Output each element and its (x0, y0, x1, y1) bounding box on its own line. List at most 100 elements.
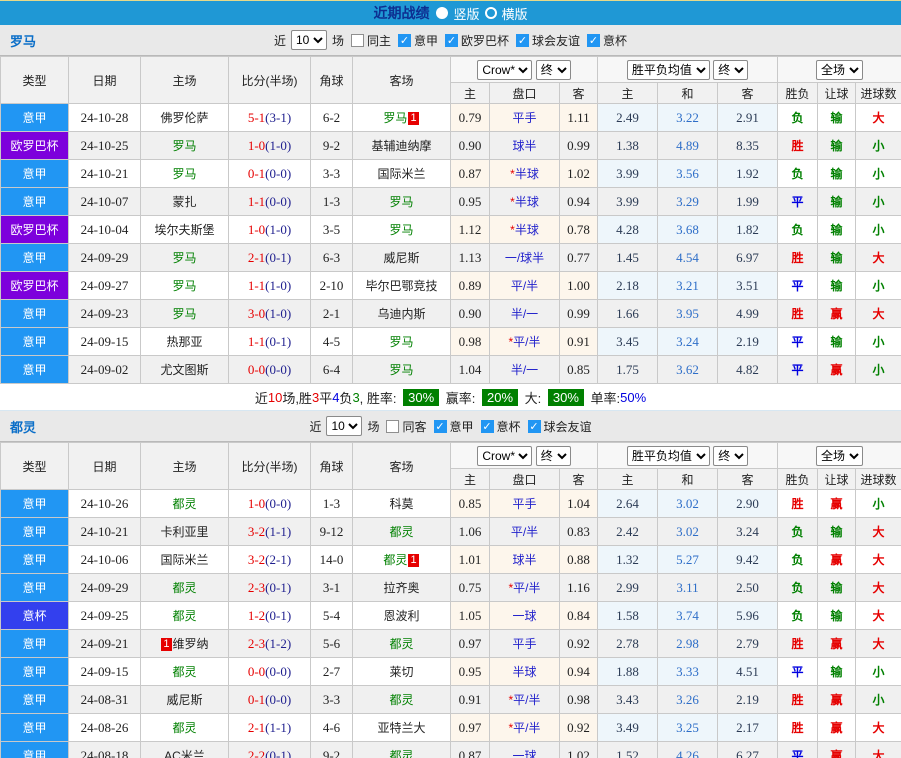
league-type[interactable]: 意甲 (1, 574, 69, 602)
filter-checkbox[interactable]: ✓ (481, 420, 494, 433)
score-cell: 1-2(0-1) (229, 602, 311, 630)
away-team[interactable]: 都灵 (389, 693, 413, 707)
match-count-select[interactable]: 10 (326, 416, 362, 436)
mean-final-select[interactable]: 终 (713, 60, 748, 80)
home-team[interactable]: 罗马 (172, 251, 196, 265)
away-team[interactable]: 罗马 (383, 111, 407, 125)
home-team[interactable]: 埃尔夫斯堡 (154, 223, 214, 237)
league-type[interactable]: 意甲 (1, 714, 69, 742)
result-wdl: 负 (778, 546, 818, 574)
filter-checkbox[interactable]: ✓ (434, 420, 447, 433)
league-type[interactable]: 意甲 (1, 160, 69, 188)
filter-checkbox[interactable] (386, 420, 399, 433)
home-team[interactable]: 罗马 (172, 139, 196, 153)
away-team[interactable]: 都灵 (389, 525, 413, 539)
filter-checkbox[interactable]: ✓ (528, 420, 541, 433)
match-date: 24-08-26 (69, 714, 141, 742)
scope-select[interactable]: 全场 (816, 446, 863, 466)
home-team[interactable]: 尤文图斯 (160, 363, 208, 377)
league-type[interactable]: 意甲 (1, 518, 69, 546)
home-team[interactable]: 罗马 (172, 279, 196, 293)
home-team[interactable]: 维罗纳 (173, 637, 209, 651)
home-team[interactable]: 都灵 (172, 497, 196, 511)
match-count-select[interactable]: 10 (291, 30, 327, 50)
table-body: 意甲24-10-28佛罗伦萨5-1(3-1)6-2罗马10.79平手1.112.… (1, 104, 901, 384)
away-team[interactable]: 罗马 (389, 335, 413, 349)
handicap-text: 平/半 (513, 581, 540, 595)
vertical-layout-radio[interactable] (436, 7, 448, 19)
odds-company-select[interactable]: Crow* (477, 60, 532, 80)
team-name[interactable]: 都灵 (10, 417, 36, 436)
away-team[interactable]: 威尼斯 (383, 251, 419, 265)
league-type[interactable]: 意甲 (1, 630, 69, 658)
home-team-cell: 都灵 (141, 714, 229, 742)
team-name[interactable]: 罗马 (10, 31, 36, 50)
scope-select[interactable]: 全场 (816, 60, 863, 80)
home-team[interactable]: 罗马 (172, 167, 196, 181)
halftime-score: (0-0) (265, 166, 291, 181)
away-team[interactable]: 科莫 (389, 497, 413, 511)
away-team[interactable]: 罗马 (389, 195, 413, 209)
home-team[interactable]: 热那亚 (166, 335, 202, 349)
filter-checkbox[interactable]: ✓ (445, 34, 458, 47)
league-type[interactable]: 欧罗巴杯 (1, 132, 69, 160)
away-team[interactable]: 毕尔巴鄂竞技 (365, 279, 437, 293)
away-team[interactable]: 罗马 (389, 363, 413, 377)
horizontal-layout-radio[interactable] (485, 7, 497, 19)
fulltime-score: 2-2 (248, 748, 265, 758)
away-team[interactable]: 都灵 (383, 553, 407, 567)
mean-final-select[interactable]: 终 (713, 446, 748, 466)
filter-checkbox[interactable] (351, 34, 364, 47)
league-type[interactable]: 欧罗巴杯 (1, 272, 69, 300)
away-team[interactable]: 恩波利 (383, 609, 419, 623)
corner-count: 5-4 (311, 602, 353, 630)
league-type[interactable]: 意甲 (1, 244, 69, 272)
away-team[interactable]: 基辅迪纳摩 (371, 139, 431, 153)
home-team[interactable]: 卡利亚里 (160, 525, 208, 539)
home-odds: 0.98 (451, 328, 490, 356)
score-cell: 3-0(1-0) (229, 300, 311, 328)
league-type[interactable]: 意甲 (1, 328, 69, 356)
filter-checkbox[interactable]: ✓ (587, 34, 600, 47)
home-team[interactable]: 都灵 (172, 665, 196, 679)
league-type[interactable]: 意甲 (1, 686, 69, 714)
odds-final-select[interactable]: 终 (536, 60, 571, 80)
fulltime-score: 3-2 (248, 524, 265, 539)
mean-type-select[interactable]: 胜平负均值 (627, 60, 710, 80)
filter-checkbox[interactable]: ✓ (516, 34, 529, 47)
away-team[interactable]: 国际米兰 (377, 167, 425, 181)
league-type[interactable]: 意甲 (1, 356, 69, 384)
home-team[interactable]: 国际米兰 (160, 553, 208, 567)
home-team[interactable]: 都灵 (172, 721, 196, 735)
league-type[interactable]: 意杯 (1, 602, 69, 630)
home-team[interactable]: 蒙扎 (172, 195, 196, 209)
away-team[interactable]: 亚特兰大 (377, 721, 425, 735)
away-team[interactable]: 罗马 (389, 223, 413, 237)
away-team[interactable]: 乌迪内斯 (377, 307, 425, 321)
league-type[interactable]: 意甲 (1, 546, 69, 574)
match-date: 24-09-23 (69, 300, 141, 328)
mean-type-select[interactable]: 胜平负均值 (627, 446, 710, 466)
away-team[interactable]: 莱切 (389, 665, 413, 679)
league-type[interactable]: 意甲 (1, 188, 69, 216)
away-team[interactable]: 拉齐奥 (383, 581, 419, 595)
home-team[interactable]: 都灵 (172, 609, 196, 623)
home-team[interactable]: 佛罗伦萨 (160, 111, 208, 125)
odds-company-select[interactable]: Crow* (477, 446, 532, 466)
handicap-line: 半/一 (490, 300, 560, 328)
league-type[interactable]: 意甲 (1, 742, 69, 758)
match-row: 意甲24-10-06国际米兰3-2(2-1)14-0都灵11.01球半0.881… (1, 546, 901, 574)
result-handicap: 赢 (818, 686, 856, 714)
league-type[interactable]: 意甲 (1, 490, 69, 518)
away-team[interactable]: 都灵 (389, 637, 413, 651)
home-team[interactable]: 都灵 (172, 581, 196, 595)
odds-final-select[interactable]: 终 (536, 446, 571, 466)
league-type[interactable]: 欧罗巴杯 (1, 216, 69, 244)
filter-checkbox[interactable]: ✓ (398, 34, 411, 47)
league-type[interactable]: 意甲 (1, 104, 69, 132)
home-team[interactable]: 威尼斯 (166, 693, 202, 707)
league-type[interactable]: 意甲 (1, 658, 69, 686)
league-type[interactable]: 意甲 (1, 300, 69, 328)
home-team[interactable]: 罗马 (172, 307, 196, 321)
result-wdl: 胜 (778, 630, 818, 658)
